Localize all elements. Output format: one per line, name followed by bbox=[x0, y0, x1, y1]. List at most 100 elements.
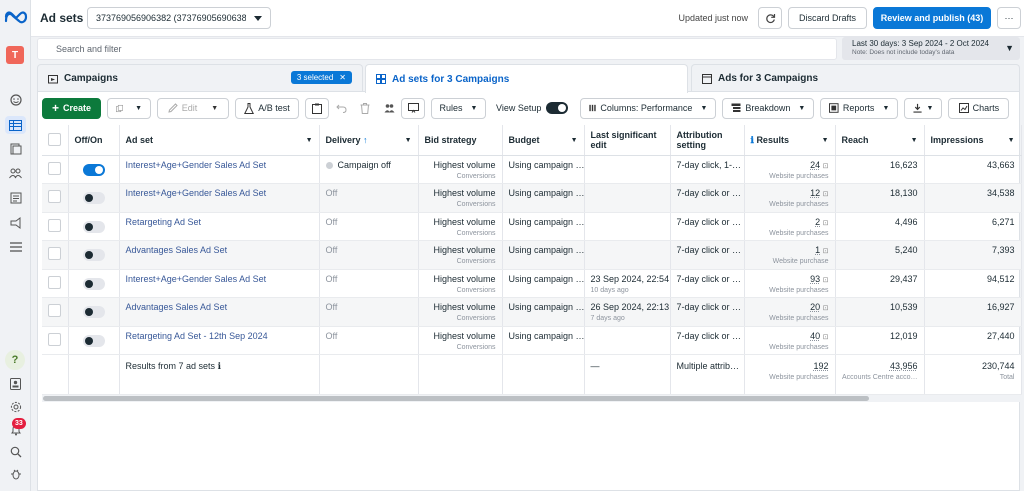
reach-header-label: Reach bbox=[841, 134, 869, 145]
row-checkbox[interactable] bbox=[48, 304, 61, 317]
ads-manager-megaphone-icon[interactable] bbox=[5, 214, 26, 232]
column-header-bid-strategy[interactable]: Bid strategy bbox=[418, 125, 503, 156]
reports-icon[interactable] bbox=[5, 375, 26, 393]
row-checkbox[interactable] bbox=[48, 218, 61, 232]
duplicate-button[interactable]: ▼ bbox=[107, 97, 151, 119]
horizontal-scrollbar-thumb[interactable] bbox=[43, 396, 869, 401]
all-tools-menu-icon[interactable] bbox=[5, 238, 26, 256]
info-icon[interactable]: ℹ bbox=[218, 361, 221, 371]
last-edit-ago: 7 days ago bbox=[590, 315, 625, 322]
table-row[interactable]: Interest+Age+Gender Sales Ad Set Off Highe… bbox=[42, 183, 1022, 213]
edit-button[interactable]: Edit ▼ bbox=[157, 97, 229, 119]
help-icon[interactable]: ? bbox=[5, 350, 25, 370]
close-icon[interactable]: ✕ bbox=[339, 73, 346, 82]
row-checkbox[interactable] bbox=[48, 332, 61, 346]
ad-set-on-off-toggle[interactable] bbox=[82, 249, 105, 261]
column-header-budget[interactable]: Budget ▼ bbox=[502, 125, 585, 156]
chevron-down-icon bbox=[254, 15, 262, 21]
row-checkbox[interactable] bbox=[48, 275, 61, 289]
tab-ads[interactable]: Ads for 3 Campaigns bbox=[691, 64, 1020, 92]
settings-gear-icon[interactable] bbox=[5, 398, 26, 416]
undo-button[interactable] bbox=[329, 98, 353, 119]
info-icon[interactable]: ℹ bbox=[751, 135, 754, 145]
charts-button[interactable]: Charts bbox=[948, 97, 1010, 119]
ad-account-selector[interactable]: 373769056906382 (37376905690638… bbox=[87, 7, 271, 29]
ad-set-on-off-toggle[interactable] bbox=[82, 306, 105, 318]
clipboard-button[interactable] bbox=[305, 97, 329, 119]
view-setup-toggle[interactable] bbox=[546, 102, 569, 114]
ad-set-on-off-toggle[interactable] bbox=[82, 277, 105, 290]
table-row[interactable]: Retargeting Ad Set - 12th Sep 2024 Off Hig… bbox=[42, 326, 1022, 355]
report-bug-icon[interactable] bbox=[5, 465, 26, 483]
ad-set-name-link[interactable]: Retargeting Ad Set bbox=[126, 217, 202, 227]
ad-set-on-off-toggle[interactable] bbox=[82, 220, 105, 233]
account-overview-icon[interactable] bbox=[5, 91, 26, 109]
budget-cell: Using campaign … bbox=[502, 212, 585, 241]
ad-set-name-link[interactable]: Advantages Sales Ad Set bbox=[126, 302, 228, 312]
export-button[interactable]: ▼ bbox=[904, 97, 943, 119]
selected-count-chip[interactable]: 3 selected ✕ bbox=[290, 71, 352, 84]
audiences-icon[interactable] bbox=[5, 164, 26, 182]
ad-set-name-link[interactable]: Interest+Age+Gender Sales Ad Set bbox=[126, 160, 267, 170]
table-row[interactable]: Interest+Age+Gender Sales Ad Set Off Highe… bbox=[42, 269, 1022, 298]
search-icon[interactable] bbox=[5, 443, 26, 461]
budget-cell: Using campaign … bbox=[502, 297, 585, 327]
ad-set-on-off-toggle[interactable] bbox=[82, 192, 105, 204]
audience-button[interactable] bbox=[377, 98, 401, 119]
reports-button[interactable]: Reports ▼ bbox=[820, 97, 899, 119]
row-checkbox[interactable] bbox=[48, 161, 61, 175]
column-header-delivery[interactable]: Delivery ↑ ▼ bbox=[319, 125, 419, 156]
search-input[interactable]: Search and filter bbox=[37, 38, 837, 60]
delivery-status: Off bbox=[325, 216, 338, 227]
select-all-checkbox[interactable] bbox=[48, 133, 61, 147]
review-and-publish-button[interactable]: Review and publish (43) bbox=[873, 7, 991, 29]
table-row[interactable]: Interest+Age+Gender Sales Ad Set Campaign… bbox=[42, 155, 1022, 184]
rules-button[interactable]: Rules ▼ bbox=[431, 97, 486, 119]
plus-icon: + bbox=[51, 101, 59, 115]
date-range-picker[interactable]: Last 30 days: 3 Sep 2024 - 2 Oct 2024 No… bbox=[842, 37, 1020, 60]
row-checkbox[interactable] bbox=[48, 190, 61, 203]
column-header-reach[interactable]: Reach ▼ bbox=[835, 125, 925, 156]
create-button[interactable]: + Create bbox=[42, 97, 101, 119]
table-row[interactable]: Advantages Sales Ad Set Off Highest volume… bbox=[42, 297, 1022, 327]
breakdown-button[interactable]: Breakdown ▼ bbox=[722, 97, 815, 119]
ad-set-name-link[interactable]: Interest+Age+Gender Sales Ad Set bbox=[126, 188, 267, 198]
billing-icon[interactable] bbox=[5, 189, 26, 207]
last-edit-cell: 23 Sep 2024, 22:54 10 days ago bbox=[584, 269, 671, 298]
campaigns-table-icon[interactable] bbox=[5, 116, 26, 134]
select-all-checkbox-cell bbox=[42, 125, 69, 156]
column-header-results[interactable]: ℹ Results ▼ bbox=[744, 125, 836, 156]
pages-icon[interactable] bbox=[5, 140, 26, 158]
column-header-attribution-setting[interactable]: Attribution setting bbox=[670, 125, 745, 156]
status-dot-icon bbox=[325, 161, 333, 169]
row-checkbox[interactable] bbox=[48, 247, 61, 260]
table-row[interactable]: Retargeting Ad Set Off Highest volume Conve… bbox=[42, 212, 1022, 241]
delivery-header-label: Delivery bbox=[325, 134, 361, 145]
last-edit-date: 23 Sep 2024, 22:54 bbox=[590, 273, 670, 284]
column-header-ad-set[interactable]: Ad set ▼ bbox=[119, 125, 320, 156]
column-header-impressions[interactable]: Impressions ▼ bbox=[924, 125, 1022, 156]
ab-test-button[interactable]: A/B test bbox=[235, 97, 299, 119]
column-header-last-significant-edit[interactable]: Last significant edit bbox=[584, 125, 671, 156]
tab-ad-sets[interactable]: Ad sets for 3 Campaigns bbox=[365, 64, 688, 93]
columns-button[interactable]: Columns: Performance ▼ bbox=[580, 97, 717, 119]
reach-cell: 29,437 bbox=[835, 269, 925, 298]
more-options-button[interactable]: ··· bbox=[997, 7, 1021, 29]
ad-sets-table: Off/On Ad set ▼ Delivery ↑ ▼ Bid strategy … bbox=[42, 125, 1022, 395]
tab-campaigns[interactable]: Campaigns 3 selected ✕ bbox=[37, 64, 363, 92]
reach-value: 4,496 bbox=[894, 216, 918, 227]
ad-set-name-link[interactable]: Retargeting Ad Set - 12th Sep 2024 bbox=[126, 331, 268, 341]
preview-button[interactable] bbox=[401, 97, 425, 119]
table-row[interactable]: Advantages Sales Ad Set Off Highest volume… bbox=[42, 240, 1022, 270]
column-header-off-on[interactable]: Off/On bbox=[68, 125, 120, 156]
ad-set-on-off-toggle[interactable] bbox=[82, 334, 105, 347]
refresh-button[interactable] bbox=[758, 7, 782, 29]
meta-logo-icon[interactable] bbox=[4, 10, 28, 24]
discard-drafts-button[interactable]: Discard Drafts bbox=[788, 7, 867, 29]
ad-set-on-off-toggle[interactable] bbox=[82, 163, 105, 176]
budget-cell: Using campaign … bbox=[502, 240, 585, 270]
account-avatar[interactable]: T bbox=[6, 46, 24, 64]
ad-set-name-link[interactable]: Interest+Age+Gender Sales Ad Set bbox=[126, 274, 267, 284]
delete-button[interactable] bbox=[353, 98, 377, 119]
ad-set-name-link[interactable]: Advantages Sales Ad Set bbox=[126, 245, 228, 255]
